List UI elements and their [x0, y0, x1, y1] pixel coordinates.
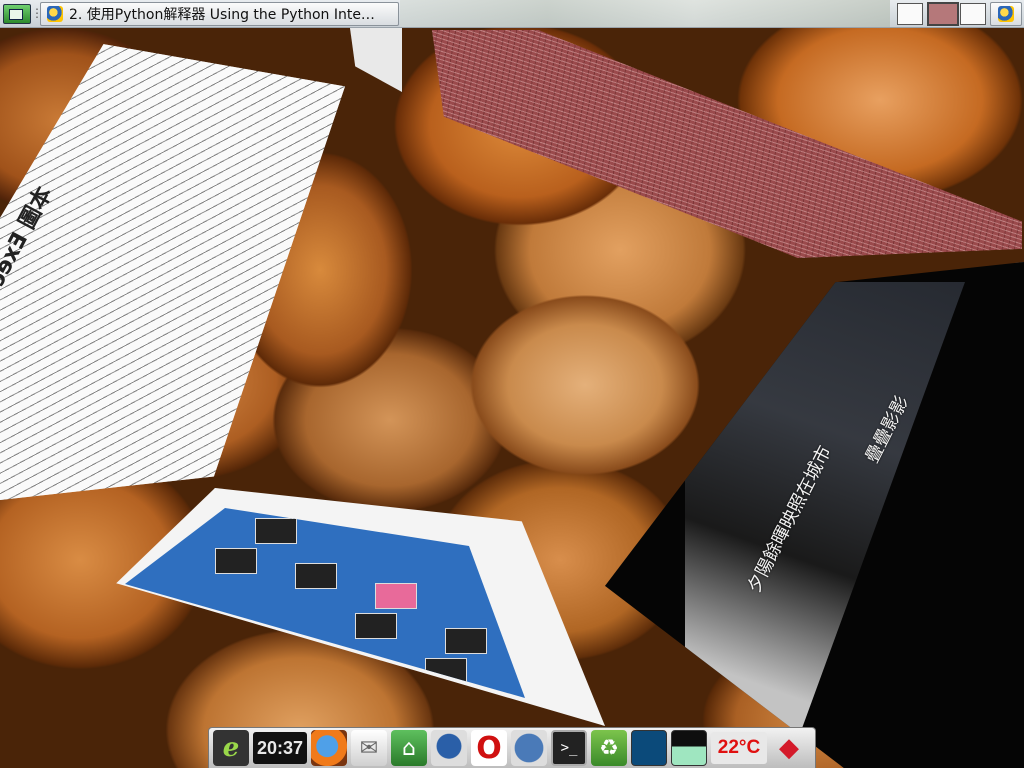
memory-monitor-icon[interactable]	[671, 730, 707, 766]
mail-icon[interactable]: ✉	[351, 730, 387, 766]
panel-background	[400, 0, 890, 27]
workspace-switcher-3[interactable]	[960, 3, 986, 25]
cpu-monitor-icon[interactable]	[631, 730, 667, 766]
workspace-switcher-2[interactable]	[927, 2, 959, 26]
top-panel: ⋮ 2. 使用Python解释器 Using the Python Inte…	[0, 0, 1024, 28]
workspace-switcher-1[interactable]	[897, 3, 923, 25]
home-folder-icon[interactable]: ⌂	[391, 730, 427, 766]
file-thumbnail[interactable]	[215, 548, 257, 574]
clock: 20:37	[253, 732, 307, 764]
file-thumbnail[interactable]	[255, 518, 297, 544]
pidgin-icon[interactable]	[431, 730, 467, 766]
taskbar-button-label: 2. 使用Python解释器 Using the Python Inte…	[69, 7, 375, 23]
python-tray-icon[interactable]	[990, 2, 1022, 26]
gnome-foot-icon[interactable]: ℯ	[213, 730, 249, 766]
temperature-readout: 22°C	[711, 732, 767, 764]
file-thumbnail[interactable]	[355, 613, 397, 639]
trash-icon[interactable]: ♻	[591, 730, 627, 766]
python-icon	[47, 6, 63, 22]
ruby-gem-icon[interactable]: ◆	[771, 730, 807, 766]
gnome-wolf-icon[interactable]	[511, 730, 547, 766]
show-desktop-icon[interactable]	[3, 4, 31, 24]
taskbar-button-python-tutorial[interactable]: 2. 使用Python解释器 Using the Python Inte…	[40, 2, 399, 26]
panel-handle[interactable]: ⋮	[31, 5, 43, 21]
terminal-icon[interactable]: >_	[551, 730, 587, 766]
file-thumbnail[interactable]	[295, 563, 337, 589]
file-thumbnail[interactable]	[445, 628, 487, 654]
bottom-dock: ℯ 20:37 ✉ ⌂ O >_ ♻ 22°C ◆	[208, 727, 816, 768]
file-thumbnail[interactable]	[375, 583, 417, 609]
opera-icon[interactable]: O	[471, 730, 507, 766]
firefox-icon[interactable]	[311, 730, 347, 766]
